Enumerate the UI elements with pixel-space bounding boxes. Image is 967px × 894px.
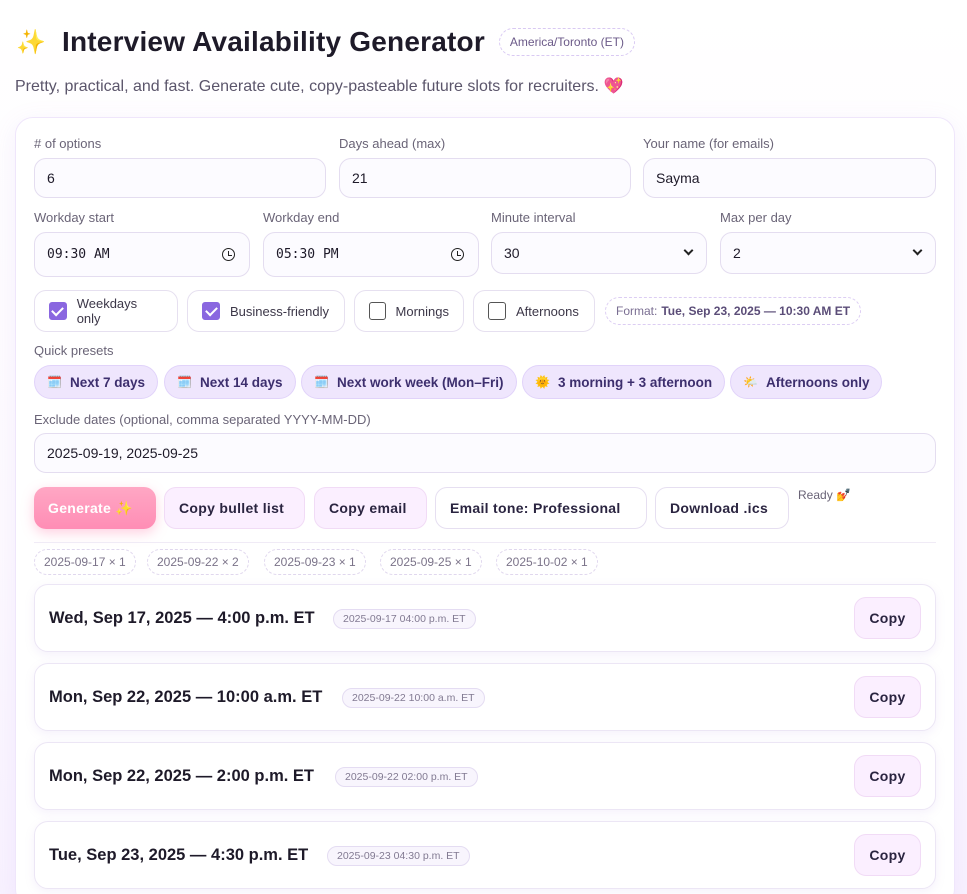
- afternoons-toggle[interactable]: Afternoons: [473, 290, 595, 332]
- afternoons-label: Afternoons: [516, 303, 579, 319]
- page-subtitle: Pretty, practical, and fast. Generate cu…: [15, 76, 623, 96]
- slot-tag: 2025-09-22 10:00 a.m. ET: [342, 688, 485, 708]
- clock-icon[interactable]: [222, 248, 235, 261]
- slot-tag: 2025-09-23 04:30 p.m. ET: [327, 846, 470, 866]
- date-count-chip: 2025-09-23 × 1: [264, 549, 366, 575]
- weekdays-only-label: Weekdays only: [76, 296, 138, 326]
- preset-afternoons-only[interactable]: 🌤️ Afternoons only: [730, 365, 883, 399]
- preset-next-work-week[interactable]: 🗓️ Next work week (Mon–Fri): [301, 365, 517, 399]
- date-count-chip: 2025-10-02 × 1: [496, 549, 598, 575]
- days-ahead-input[interactable]: 21: [339, 158, 631, 198]
- email-tone-button[interactable]: Email tone: Professional: [435, 487, 647, 529]
- checkbox-empty-icon[interactable]: [369, 302, 386, 320]
- copy-email-button[interactable]: Copy email: [314, 487, 427, 529]
- calendar-icon: 🗓️: [177, 375, 192, 389]
- workday-start-label: Workday start: [34, 210, 114, 225]
- format-prefix: Format:: [616, 304, 658, 318]
- date-count-chip: 2025-09-22 × 2: [147, 549, 249, 575]
- business-friendly-label: Business-friendly: [230, 303, 329, 319]
- preset-label: Next 14 days: [199, 374, 283, 390]
- slot-card: Wed, Sep 17, 2025 — 4:00 p.m. ET 2025-09…: [34, 584, 936, 652]
- interval-label: Minute interval: [491, 210, 576, 225]
- slot-text: Mon, Sep 22, 2025 — 2:00 p.m. ET: [49, 767, 315, 785]
- slot-text: Tue, Sep 23, 2025 — 4:30 p.m. ET: [49, 846, 309, 864]
- preset-morning-afternoon[interactable]: 🌞 3 morning + 3 afternoon: [522, 365, 726, 399]
- preset-next-14-days[interactable]: 🗓️ Next 14 days: [164, 365, 296, 399]
- workday-start-input[interactable]: 09:30 AM: [34, 232, 250, 277]
- slot-card: Mon, Sep 22, 2025 — 2:00 p.m. ET 2025-09…: [34, 742, 936, 810]
- preset-label: 3 morning + 3 afternoon: [557, 374, 713, 390]
- slot-card: Tue, Sep 23, 2025 — 4:30 p.m. ET 2025-09…: [34, 821, 936, 889]
- business-friendly-toggle[interactable]: Business-friendly: [187, 290, 345, 332]
- max-per-day-select[interactable]: 2: [720, 232, 936, 274]
- slot-card: Mon, Sep 22, 2025 — 10:00 a.m. ET 2025-0…: [34, 663, 936, 731]
- sun-cloud-icon: 🌤️: [743, 375, 758, 389]
- days-ahead-label: Days ahead (max): [339, 136, 446, 151]
- preset-label: Afternoons only: [765, 374, 870, 390]
- weekdays-only-toggle[interactable]: Weekdays only: [34, 290, 178, 332]
- workday-start-value: 09:30 AM: [47, 247, 110, 262]
- copy-slot-button[interactable]: Copy: [854, 597, 921, 639]
- calendar-icon: 🗓️: [47, 375, 62, 389]
- format-example: Tue, Sep 23, 2025 — 10:30 AM ET: [661, 304, 851, 318]
- subtitle-text: Pretty, practical, and fast. Generate cu…: [15, 78, 599, 95]
- slot-tag: 2025-09-17 04:00 p.m. ET: [333, 609, 476, 629]
- slot-text: Wed, Sep 17, 2025 — 4:00 p.m. ET: [49, 609, 315, 627]
- max-per-day-label: Max per day: [720, 210, 792, 225]
- workday-end-label: Workday end: [263, 210, 340, 225]
- app-header: ✨ Interview Availability Generator Ameri…: [16, 26, 635, 58]
- timezone-badge: America/Toronto (ET): [498, 28, 635, 56]
- mornings-toggle[interactable]: Mornings: [354, 290, 464, 332]
- generator-card: # of options 6 Days ahead (max) 21 Your …: [15, 117, 955, 894]
- preset-next-7-days[interactable]: 🗓️ Next 7 days: [34, 365, 158, 399]
- copy-slot-button[interactable]: Copy: [854, 755, 921, 797]
- date-count-chip: 2025-09-17 × 1: [34, 549, 136, 575]
- download-ics-button[interactable]: Download .ics: [655, 487, 789, 529]
- slot-text: Mon, Sep 22, 2025 — 10:00 a.m. ET: [49, 688, 323, 706]
- calendar-icon: 🗓️: [314, 375, 329, 389]
- sun-face-icon: 🌞: [535, 375, 550, 389]
- heart-icon: 💖: [603, 78, 624, 95]
- options-value: 6: [47, 170, 55, 186]
- checkbox-checked-icon[interactable]: [49, 302, 67, 320]
- presets-label: Quick presets: [34, 343, 114, 358]
- max-per-day-value: 2: [733, 245, 741, 261]
- options-label: # of options: [34, 136, 102, 151]
- slot-tag: 2025-09-22 02:00 p.m. ET: [335, 767, 478, 787]
- name-value: Sayma: [656, 170, 700, 186]
- name-label: Your name (for emails): [643, 136, 775, 151]
- checkbox-checked-icon[interactable]: [202, 302, 220, 320]
- workday-end-input[interactable]: 05:30 PM: [263, 232, 479, 277]
- exclude-label: Exclude dates (optional, comma separated…: [34, 412, 371, 427]
- date-count-chip: 2025-09-25 × 1: [380, 549, 482, 575]
- exclude-dates-value: 2025-09-19, 2025-09-25: [47, 445, 199, 461]
- status-text: Ready 💅: [798, 488, 851, 502]
- preset-label: Next work week (Mon–Fri): [336, 374, 504, 390]
- sparkles-icon: ✨: [16, 28, 46, 56]
- chevron-down-icon: [683, 245, 694, 256]
- mornings-label: Mornings: [395, 303, 449, 319]
- workday-end-value: 05:30 PM: [276, 247, 339, 262]
- generate-button[interactable]: Generate ✨: [34, 487, 156, 529]
- clock-icon[interactable]: [451, 248, 464, 261]
- options-input[interactable]: 6: [34, 158, 326, 198]
- copy-slot-button[interactable]: Copy: [854, 834, 921, 876]
- preset-label: Next 7 days: [69, 374, 145, 390]
- page-title: Interview Availability Generator: [62, 26, 485, 57]
- divider: [34, 542, 936, 543]
- format-preview: Format: Tue, Sep 23, 2025 — 10:30 AM ET: [605, 297, 862, 325]
- name-input[interactable]: Sayma: [643, 158, 936, 198]
- interval-select[interactable]: 30: [491, 232, 707, 274]
- copy-bullet-list-button[interactable]: Copy bullet list: [164, 487, 305, 529]
- copy-slot-button[interactable]: Copy: [854, 676, 921, 718]
- days-ahead-value: 21: [352, 170, 368, 186]
- checkbox-empty-icon[interactable]: [488, 302, 506, 320]
- chevron-down-icon: [912, 245, 923, 256]
- interval-value: 30: [504, 245, 520, 261]
- exclude-dates-input[interactable]: 2025-09-19, 2025-09-25: [34, 433, 936, 473]
